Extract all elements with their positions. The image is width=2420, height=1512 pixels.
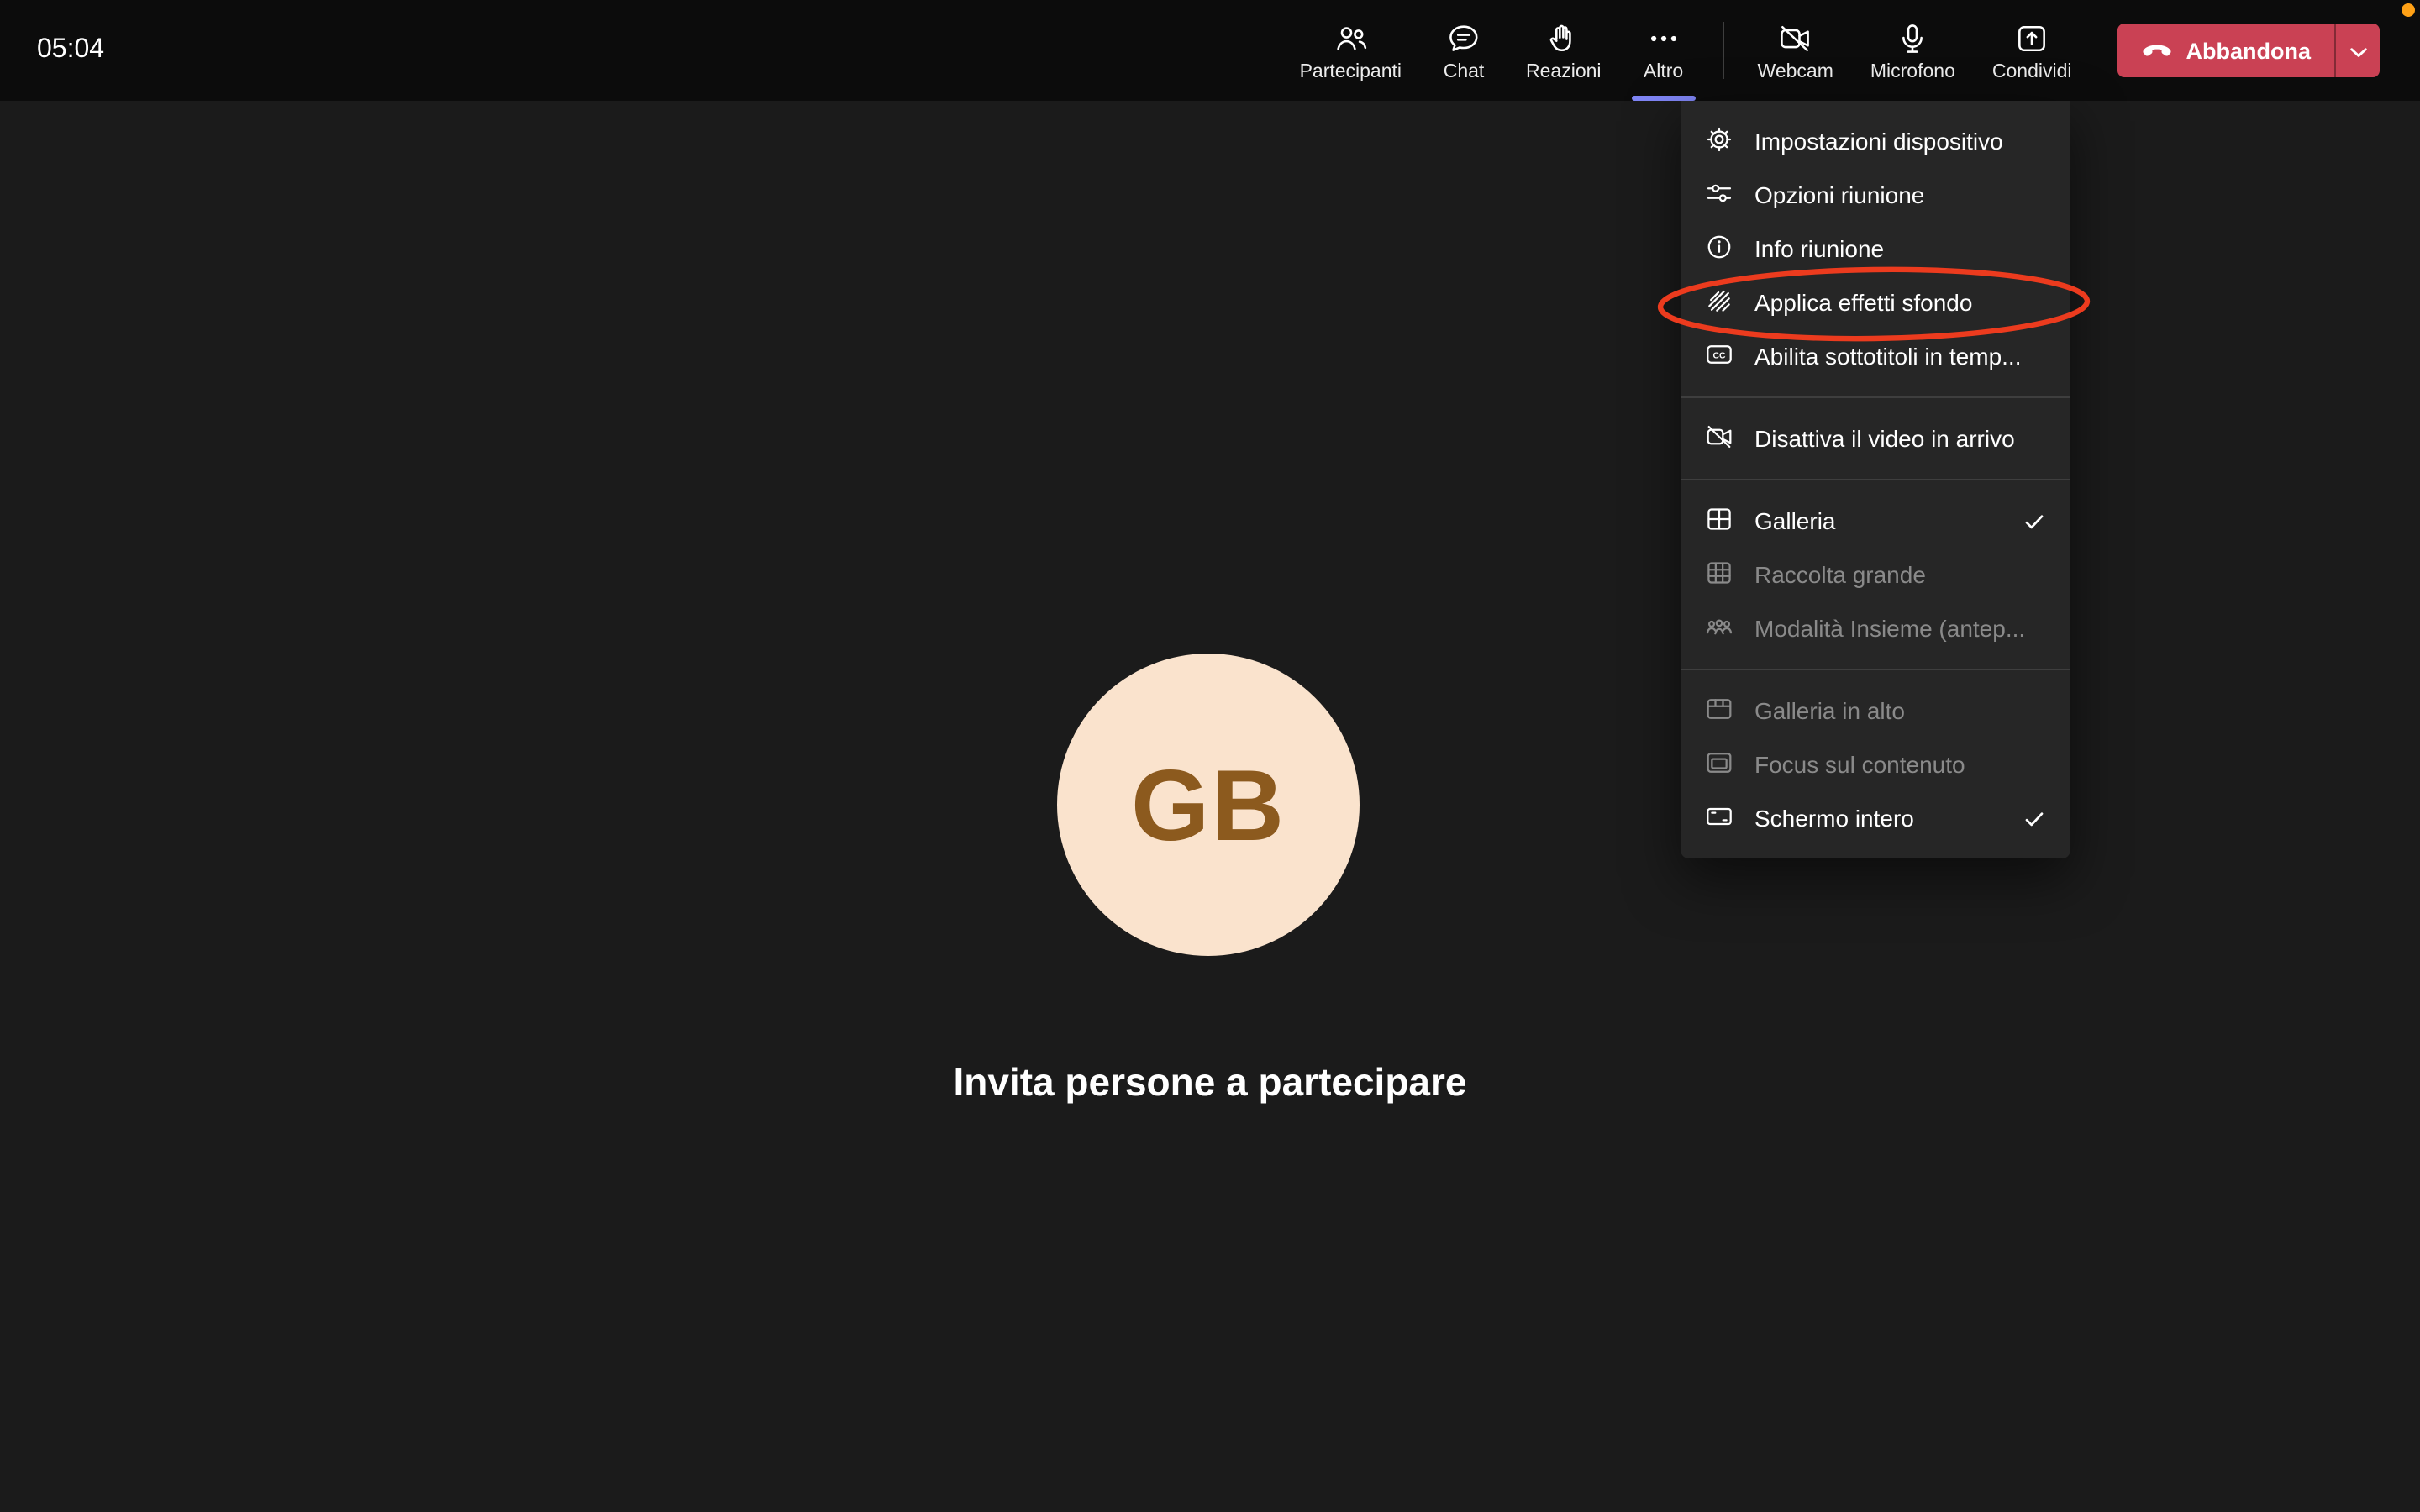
leave-options-button[interactable] [2334, 24, 2380, 77]
toolbar-button-condividi[interactable]: Condividi [1974, 0, 2091, 101]
toolbar-label: Altro [1644, 61, 1683, 81]
microphone-icon [1894, 19, 1931, 56]
top-gallery-icon [1704, 693, 1734, 728]
menu-item-label: Raccolta grande [1754, 561, 2047, 588]
info-icon [1704, 231, 1734, 266]
toolbar-label: Chat [1444, 61, 1485, 81]
menu-item-label: Disattiva il video in arrivo [1754, 425, 2047, 452]
avatar-initials: GB [1131, 747, 1286, 863]
share-icon [2013, 19, 2050, 56]
menu-item-label: Opzioni riunione [1754, 181, 2047, 208]
check-icon [2022, 508, 2047, 533]
toolbar-button-chat[interactable]: Chat [1420, 0, 1507, 101]
meeting-timer: 05:04 [37, 35, 104, 66]
toolbar-label: Reazioni [1526, 61, 1602, 81]
menu-divider [1681, 479, 2070, 480]
together-mode-icon [1704, 611, 1734, 646]
gear-icon [1704, 123, 1734, 159]
leave-button[interactable]: Abbandona [2118, 24, 2335, 77]
menu-item-label: Schermo intero [1754, 805, 2002, 832]
toolbar-button-partecipanti[interactable]: Partecipanti [1281, 0, 1420, 101]
teams-meeting-window: 05:04 Partecipanti Chat Reazioni [0, 0, 2420, 1512]
toolbar-button-webcam[interactable]: Webcam [1739, 0, 1852, 101]
people-icon [1332, 19, 1369, 56]
content-focus-icon [1704, 747, 1734, 782]
phone-hangup-icon [2141, 38, 2173, 63]
menu-item-label: Impostazioni dispositivo [1754, 128, 2047, 155]
menu-item-label: Focus sul contenuto [1754, 751, 2047, 778]
menu-item-label: Modalità Insieme (antep... [1754, 615, 2047, 642]
menu-item-label: Galleria in alto [1754, 697, 2047, 724]
menu-item-raccolta-grande: Raccolta grande [1681, 548, 2070, 601]
menu-item-modalita-insieme: Modalità Insieme (antep... [1681, 601, 2070, 655]
menu-item-abilita-sottotitoli[interactable]: CC Abilita sottotitoli in temp... [1681, 329, 2070, 383]
svg-text:CC: CC [1712, 350, 1726, 360]
menu-divider [1681, 396, 2070, 398]
hand-reaction-icon [1545, 19, 1582, 56]
toolbar-button-altro[interactable]: Altro [1620, 0, 1707, 101]
toolbar-divider [1723, 22, 1724, 79]
avatar: GB [1057, 654, 1360, 956]
large-gallery-icon [1704, 557, 1734, 592]
menu-item-opzioni-riunione[interactable]: Opzioni riunione [1681, 168, 2070, 222]
leave-button-label: Abbandona [2186, 38, 2312, 63]
more-dots-icon [1645, 19, 1682, 56]
recording-indicator-dot [2402, 3, 2415, 17]
chevron-down-icon [2349, 38, 2367, 63]
chat-icon [1445, 19, 1482, 56]
menu-item-applica-effetti-sfondo[interactable]: Applica effetti sfondo [1681, 276, 2070, 329]
menu-item-disattiva-video-in-arrivo[interactable]: Disattiva il video in arrivo [1681, 412, 2070, 465]
menu-item-galleria-in-alto: Galleria in alto [1681, 684, 2070, 738]
webcam-off-icon [1777, 19, 1814, 56]
menu-item-label: Info riunione [1754, 235, 2047, 262]
video-off-icon [1704, 421, 1734, 456]
toolbar-label: Condividi [1992, 61, 2072, 81]
menu-item-focus-sul-contenuto: Focus sul contenuto [1681, 738, 2070, 791]
sliders-icon [1704, 177, 1734, 213]
check-icon [2022, 806, 2047, 831]
menu-item-label: Abilita sottotitoli in temp... [1754, 343, 2047, 370]
toolbar-label: Microfono [1870, 61, 1955, 81]
menu-item-impostazioni-dispositivo[interactable]: Impostazioni dispositivo [1681, 114, 2070, 168]
fullscreen-icon [1704, 801, 1734, 836]
gallery-grid-icon [1704, 503, 1734, 538]
menu-divider [1681, 669, 2070, 670]
menu-item-label: Galleria [1754, 507, 2002, 534]
more-menu: Impostazioni dispositivo Opzioni riunion… [1681, 101, 2070, 858]
menu-item-schermo-intero[interactable]: Schermo intero [1681, 791, 2070, 845]
top-bar: 05:04 Partecipanti Chat Reazioni [0, 0, 2420, 101]
menu-item-label: Applica effetti sfondo [1754, 289, 2047, 316]
invite-text: Invita persone a partecipare [0, 1060, 2420, 1105]
toolbar-button-microfono[interactable]: Microfono [1852, 0, 1974, 101]
toolbar-label: Partecipanti [1300, 61, 1402, 81]
toolbar-button-reazioni[interactable]: Reazioni [1507, 0, 1620, 101]
menu-item-info-riunione[interactable]: Info riunione [1681, 222, 2070, 276]
toolbar-label: Webcam [1758, 61, 1833, 81]
menu-item-galleria[interactable]: Galleria [1681, 494, 2070, 548]
closed-captions-icon: CC [1704, 339, 1734, 374]
background-effects-icon [1704, 285, 1734, 320]
toolbar: Partecipanti Chat Reazioni Altro [1281, 0, 2380, 101]
leave-button-group: Abbandona [2118, 24, 2381, 77]
